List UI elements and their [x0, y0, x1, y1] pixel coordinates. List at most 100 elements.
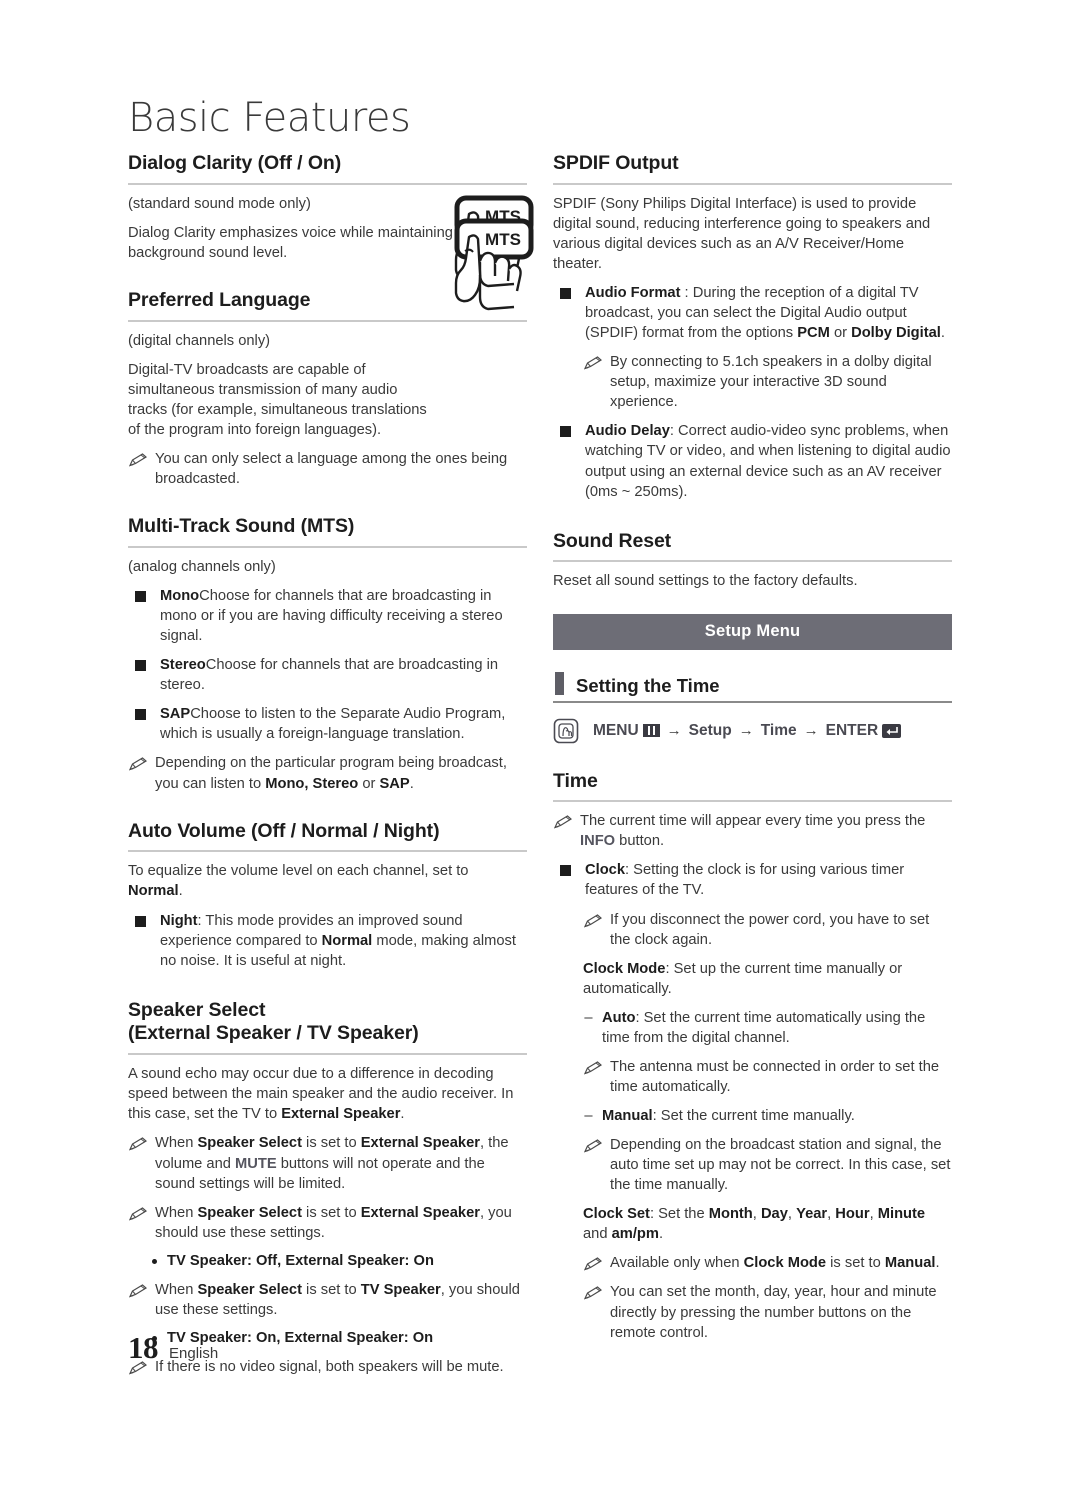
tip2-b2: External Speaker — [360, 1204, 480, 1221]
section-sound-reset: Sound Reset Reset all sound settings to … — [553, 530, 952, 592]
enter-label: ENTER — [825, 721, 879, 739]
tip3-mid: is set to — [301, 1281, 361, 1298]
speaker-select-tip-3: When Speaker Select is set to TV Speaker… — [128, 1280, 527, 1320]
heading-auto-volume: Auto Volume (Off / Normal / Night) — [128, 820, 527, 853]
svg-text:MTS: MTS — [485, 230, 521, 249]
menu-step[interactable]: MENU — [593, 722, 660, 740]
spdif-body: SPDIF (Sony Philips Digital Interface) i… — [553, 195, 931, 272]
square-bullet-icon — [135, 915, 146, 927]
menu-step-setup[interactable]: Setup — [689, 722, 732, 740]
note-pencil-icon — [584, 1286, 602, 1300]
section-auto-volume: Auto Volume (Off / Normal / Night) To eq… — [128, 820, 527, 971]
mts-item-mono-text: Choose for channels that are broadcastin… — [160, 588, 503, 645]
round-bullet-icon — [152, 1258, 157, 1264]
note-pencil-icon — [584, 1257, 602, 1271]
clock-set-para: Clock Set: Set the Month, Day, Year, Hou… — [583, 1206, 926, 1243]
auto-volume-intro: To equalize the volume level on each cha… — [128, 861, 527, 901]
tip3-b1: Speaker Select — [197, 1281, 302, 1298]
setup-menu-banner: Setup Menu — [553, 613, 952, 650]
menu-step-time[interactable]: Time — [761, 722, 797, 740]
clock-tip-text: If you disconnect the power cord, you ha… — [610, 911, 930, 948]
number-buttons-tip-text: You can set the month, day, year, hour a… — [610, 1284, 937, 1341]
speaker-select-body-end: . — [400, 1106, 405, 1123]
note-pencil-icon — [129, 1206, 147, 1221]
square-bullet-icon — [560, 865, 571, 877]
square-bullet-icon — [135, 660, 146, 672]
auto-volume-intro-pre: To equalize the volume level on each cha… — [128, 863, 469, 880]
subheading-setting-the-time: Setting the Time — [553, 671, 952, 703]
heading-speaker-select-line1: Speaker Select — [128, 998, 266, 1021]
auto-volume-intro-end: . — [178, 883, 183, 900]
number-buttons-tip: You can set the month, day, year, hour a… — [583, 1282, 952, 1342]
preferred-language-body: Digital-TV broadcasts are capable of sim… — [128, 361, 427, 438]
note-pencil-icon — [129, 453, 147, 467]
two-column-body: Dialog Clarity (Off / On) (standard soun… — [128, 152, 952, 1394]
spdif-audio-format: Audio Format : During the reception of a… — [553, 283, 952, 343]
heading-multi-track-sound: Multi-Track Sound (MTS) — [128, 515, 527, 548]
section-preferred-language: Preferred Language (digital channels onl… — [128, 195, 534, 489]
mts-item-stereo: StereoChoose for channels that are broad… — [128, 655, 527, 695]
audio-format-mid: or — [829, 325, 852, 342]
subheading-setting-the-time-text: Setting the Time — [576, 675, 720, 696]
audio-format-pcm: PCM — [797, 325, 830, 342]
tip1-b1: Speaker Select — [197, 1135, 302, 1152]
time-tip-info-end: button. — [615, 833, 665, 850]
manual-page: Basic Features Dialog Clarity (Off / On)… — [0, 0, 1080, 1494]
tip1-b2: External Speaker — [360, 1135, 480, 1152]
info-keyword: INFO — [580, 833, 616, 850]
clock-set-tip-pre: Available only when — [610, 1255, 744, 1272]
preferred-language-tip: You can only select a language among the… — [128, 449, 527, 489]
clock-mode-auto: – Auto: Set the current time automatical… — [583, 1008, 952, 1048]
section-spdif-output: SPDIF Output SPDIF (Sony Philips Digital… — [553, 152, 952, 502]
hand-press-icon — [553, 718, 579, 744]
mts-button-figure-2: MTS — [439, 217, 535, 317]
dash-bullet-icon: – — [584, 1009, 593, 1026]
clock-set-pre: : Set the — [649, 1206, 709, 1223]
square-bullet-icon — [560, 288, 571, 300]
page-number: 18 — [128, 1330, 159, 1365]
auto-volume-night-bold: Normal — [321, 932, 373, 949]
auto-term: Auto — [602, 1009, 636, 1026]
section-speaker-select: Speaker Select (External Speaker / TV Spe… — [128, 999, 527, 1377]
clock-mode-manual: – Manual: Set the current time manually. — [583, 1106, 952, 1126]
clock-set-field-minute: Minute — [877, 1206, 926, 1223]
mts-tip-bold: Mono, Stereo — [265, 775, 359, 792]
square-bullet-icon — [560, 426, 571, 438]
heading-speaker-select: Speaker Select (External Speaker / TV Spe… — [128, 999, 527, 1056]
mts-tip-bold2: SAP — [379, 775, 410, 792]
mts-item-sap-text: Choose to listen to the Separate Audio P… — [160, 706, 506, 743]
heading-bar-marker — [555, 671, 564, 695]
speaker-select-tip-2: When Speaker Select is set to External S… — [128, 1203, 527, 1243]
mts-item-mono-term: Mono — [160, 588, 200, 605]
manual-tip: Depending on the broadcast station and s… — [583, 1135, 952, 1195]
note-pencil-icon — [584, 1061, 602, 1075]
spdif-audio-format-tip: By connecting to 5.1ch speakers in a dol… — [583, 352, 952, 412]
speaker-setting-1: TV Speaker: Off, External Speaker: On — [128, 1251, 527, 1271]
manual-tip-text: Depending on the broadcast station and s… — [610, 1137, 951, 1194]
mts-item-sap: SAPChoose to listen to the Separate Audi… — [128, 704, 527, 744]
time-tip-info-pre: The current time will appear every time … — [580, 813, 926, 830]
tip2-pre: When — [155, 1204, 198, 1221]
clock-set-tip-b1: Clock Mode — [743, 1255, 827, 1272]
clock-set-field-ampm: am/pm — [611, 1226, 659, 1243]
tip2-mid: is set to — [301, 1204, 361, 1221]
menu-grid-icon — [642, 724, 660, 737]
sound-reset-body: Reset all sound settings to the factory … — [553, 573, 858, 590]
tip1-pre: When — [155, 1135, 198, 1152]
audio-format-tip-text: By connecting to 5.1ch speakers in a dol… — [610, 354, 932, 411]
note-pencil-icon — [129, 757, 147, 771]
preferred-language-note: (digital channels only) — [128, 332, 271, 349]
heading-speaker-select-line2: (External Speaker / TV Speaker) — [128, 1022, 419, 1045]
menu-step-enter[interactable]: ENTER — [826, 722, 902, 740]
page-title: Basic Features — [128, 95, 411, 141]
clock-set-end: . — [658, 1226, 664, 1243]
tip3-b2: TV Speaker — [360, 1281, 441, 1298]
note-pencil-icon — [129, 1284, 147, 1298]
tip3-pre: When — [155, 1281, 198, 1298]
speaker-select-tip-1: When Speaker Select is set to External S… — [128, 1133, 527, 1193]
note-pencil-icon — [584, 1139, 602, 1153]
heading-dialog-clarity: Dialog Clarity (Off / On) — [128, 152, 527, 185]
clock-mode-term: Clock Mode — [583, 960, 666, 977]
square-bullet-icon — [135, 591, 146, 603]
clock-set-field-year: Year — [796, 1206, 828, 1223]
